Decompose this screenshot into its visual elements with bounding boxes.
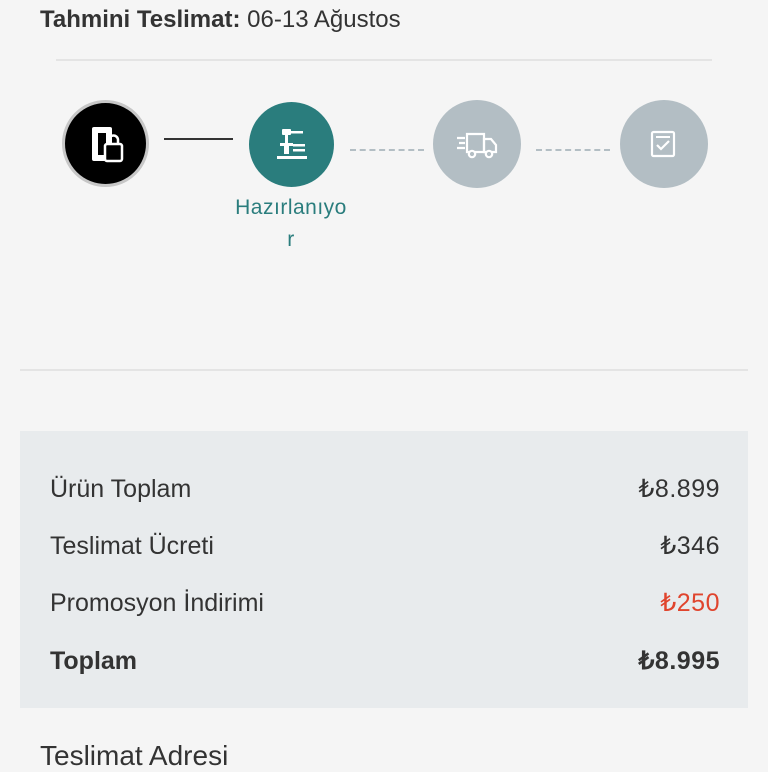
summary-row-discount: Promosyon İndirimi ₺250 — [50, 586, 720, 620]
step-preparing-label: Hazırlanıyo r — [232, 192, 350, 256]
subtotal-value: ₺8.899 — [638, 475, 720, 503]
subtotal-label: Ürün Toplam — [50, 474, 192, 503]
step-label-line2: r — [287, 228, 295, 251]
connector-pending — [350, 149, 424, 151]
truck-icon — [455, 124, 499, 164]
step-delivered — [620, 100, 708, 188]
summary-row-subtotal: Ürün Toplam ₺8.899 — [50, 472, 720, 506]
delivery-address-heading: Teslimat Adresi — [40, 740, 229, 771]
estimated-delivery-label: Tahmini Teslimat: — [40, 6, 241, 33]
total-label: Toplam — [50, 646, 138, 675]
divider — [56, 59, 712, 61]
estimated-delivery-dates: 06-13 Ağustos — [247, 6, 401, 33]
shipping-fee-label: Teslimat Ücreti — [50, 531, 214, 560]
shipping-fee-value: ₺346 — [660, 532, 720, 560]
order-confirmed-icon — [86, 124, 126, 164]
connector-pending — [536, 149, 610, 151]
discount-label: Promosyon İndirimi — [50, 588, 264, 617]
step-label-line1: Hazırlanıyo — [235, 196, 347, 219]
divider — [20, 369, 748, 371]
total-value: ₺8.995 — [638, 647, 720, 675]
step-shipping — [433, 100, 521, 188]
step-preparing — [249, 102, 334, 187]
connector-complete — [164, 138, 233, 140]
estimated-delivery: Tahmini Teslimat: 06-13 Ağustos — [40, 6, 401, 34]
discount-value: ₺250 — [660, 589, 720, 617]
summary-row-shipping: Teslimat Ücreti ₺346 — [50, 529, 720, 563]
preparing-icon — [272, 125, 312, 165]
delivered-checklist-icon — [646, 126, 682, 162]
step-order-confirmed — [62, 100, 149, 187]
summary-row-total: Toplam ₺8.995 — [50, 644, 720, 678]
